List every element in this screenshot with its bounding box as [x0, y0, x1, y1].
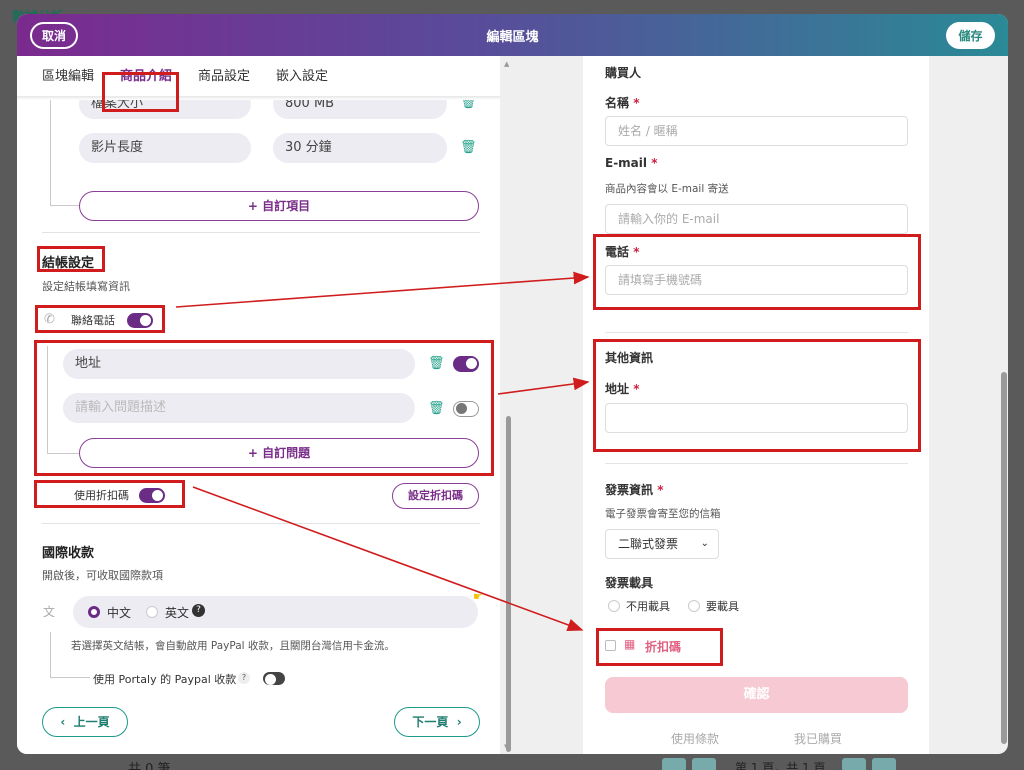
- background-pager-text: 第 1 頁，共 1 頁: [735, 761, 826, 770]
- lang-chinese-label: 中文: [107, 606, 132, 620]
- paypal-toggle[interactable]: [263, 672, 285, 685]
- name-input[interactable]: 姓名 / 暱稱: [605, 116, 908, 146]
- divider: [42, 232, 480, 233]
- modal-header: 取消 編輯區塊 儲存: [17, 14, 1008, 56]
- help-icon[interactable]: ?: [238, 672, 250, 684]
- lang-english-label: 英文: [165, 606, 190, 620]
- invoice-type-select[interactable]: 二聯式發票 ⌄: [605, 529, 719, 559]
- left-scrollbar[interactable]: [506, 416, 511, 752]
- tab-product-intro[interactable]: 商品介紹: [107, 64, 185, 98]
- need-carrier-label: 要載具: [706, 600, 739, 613]
- trash-icon[interactable]: 🗑: [428, 356, 445, 371]
- no-carrier-label: 不用載具: [626, 600, 670, 613]
- help-icon[interactable]: ?: [192, 604, 205, 617]
- phone-label: 電話 *: [605, 245, 640, 259]
- radio-need-carrier[interactable]: [688, 600, 700, 612]
- tree-line: [50, 100, 51, 205]
- radio-english[interactable]: [146, 606, 158, 618]
- discount-settings-button[interactable]: 設定折扣碼: [392, 483, 479, 509]
- settings-panel: 檔案大小 800 MB 🗑 影片長度 30 分鐘 🗑 + 自訂項目 區塊編輯 商…: [17, 56, 500, 754]
- question-toggle[interactable]: [453, 401, 479, 417]
- divider: [605, 463, 908, 464]
- prev-page-label: 上一頁: [73, 715, 110, 729]
- email-label: E-mail *: [605, 156, 658, 170]
- language-selector: [73, 596, 478, 628]
- tree-line: [47, 453, 79, 454]
- confirm-button[interactable]: 確認: [605, 677, 908, 713]
- chevron-right-icon: ›: [448, 715, 462, 729]
- discount-toggle-label: 使用折扣碼: [74, 489, 129, 502]
- tab-embed-settings[interactable]: 嵌入設定: [263, 64, 341, 98]
- discount-code-label: 折扣碼: [645, 640, 682, 654]
- tree-line: [50, 205, 80, 206]
- invoice-note: 電子發票會寄至您的信箱: [605, 508, 721, 520]
- ticket-icon: ▦: [624, 637, 636, 651]
- question-field[interactable]: 請輸入問題描述: [63, 393, 415, 423]
- discount-toggle[interactable]: [139, 488, 165, 503]
- prev-page-button[interactable]: ‹ 上一頁: [42, 707, 128, 737]
- discount-checkbox[interactable]: [605, 640, 616, 651]
- radio-no-carrier[interactable]: [608, 600, 620, 612]
- right-scrollbar[interactable]: [1001, 372, 1007, 744]
- scroll-down-icon[interactable]: ▼: [504, 743, 509, 751]
- tab-product-settings[interactable]: 商品設定: [185, 64, 263, 98]
- hand-cursor-icon: ☛: [473, 590, 483, 603]
- question-toggle[interactable]: [453, 356, 479, 372]
- scroll-up-icon[interactable]: ▲: [504, 60, 509, 68]
- next-page-button[interactable]: 下一頁 ›: [394, 707, 480, 737]
- save-button[interactable]: 儲存: [946, 22, 995, 49]
- divider: [605, 332, 908, 333]
- phone-input[interactable]: 請填寫手機號碼: [605, 265, 908, 295]
- intl-subtitle: 開啟後，可收取國際款項: [42, 569, 163, 582]
- intl-note: 若選擇英文結帳，會自動啟用 PayPal 收款，且關閉台灣信用卡金流。: [71, 640, 395, 652]
- add-custom-question-button[interactable]: + 自訂問題: [79, 438, 479, 468]
- edit-block-modal: 取消 編輯區塊 儲存 檔案大小 800 MB 🗑 影片長度 30 分鐘 🗑 + …: [17, 14, 1008, 754]
- phone-toggle-label: 聯絡電話: [71, 314, 115, 327]
- trash-icon[interactable]: 🗑: [460, 140, 477, 155]
- address-input[interactable]: [605, 403, 908, 433]
- spec-name-field[interactable]: 影片長度: [79, 133, 251, 163]
- tree-line: [50, 632, 51, 677]
- background-footer-count: 共 0 筆: [128, 762, 171, 770]
- intl-title: 國際收款: [42, 546, 95, 561]
- question-field[interactable]: 地址: [63, 349, 415, 379]
- phone-icon: ✆: [44, 312, 55, 327]
- translate-icon: 文: [43, 605, 56, 619]
- chevron-down-icon: ⌄: [700, 538, 709, 549]
- background-pager-first: [662, 758, 686, 770]
- tree-line: [50, 677, 90, 678]
- checkout-preview: 購買人 名稱 * 姓名 / 暱稱 E-mail * 商品內容會以 E-mail …: [583, 56, 929, 754]
- checkout-subtitle: 設定結帳填寫資訊: [42, 280, 130, 293]
- name-label: 名稱 *: [605, 96, 640, 110]
- tabs-shadow: [17, 96, 500, 100]
- modal-title: 編輯區塊: [486, 30, 539, 45]
- other-info-title: 其他資訊: [605, 351, 654, 365]
- paypal-label: 使用 Portaly 的 Paypal 收款: [93, 673, 237, 686]
- buyer-title: 購買人: [605, 66, 642, 80]
- already-purchased-link[interactable]: 我已購買: [794, 730, 842, 747]
- carrier-label: 發票載具: [605, 576, 654, 590]
- divider: [42, 523, 480, 524]
- tab-bar: 區塊編輯 商品介紹 商品設定 嵌入設定: [29, 64, 341, 98]
- chevron-left-icon: ‹: [60, 715, 74, 729]
- next-page-label: 下一頁: [412, 715, 449, 729]
- background-pager-prev: [692, 758, 716, 770]
- background-pager-last: [872, 758, 896, 770]
- radio-chinese[interactable]: [88, 606, 100, 618]
- invoice-label: 發票資訊 *: [605, 483, 664, 497]
- email-note: 商品內容會以 E-mail 寄送: [605, 183, 729, 195]
- tree-line: [47, 346, 48, 453]
- add-custom-item-button[interactable]: + 自訂項目: [79, 191, 479, 221]
- checkout-title: 結帳設定: [42, 256, 95, 271]
- phone-toggle[interactable]: [127, 313, 153, 328]
- spec-value-field[interactable]: 30 分鐘: [273, 133, 447, 163]
- email-input[interactable]: 請輸入你的 E-mail: [605, 204, 908, 234]
- address-label: 地址 *: [605, 382, 640, 396]
- terms-link[interactable]: 使用條款: [671, 730, 719, 747]
- tab-block-edit[interactable]: 區塊編輯: [29, 64, 107, 98]
- background-pager-next: [842, 758, 866, 770]
- trash-icon[interactable]: 🗑: [428, 401, 445, 416]
